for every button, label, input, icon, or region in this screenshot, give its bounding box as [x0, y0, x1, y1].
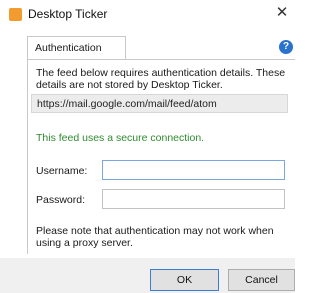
close-button[interactable]: ✕ [273, 3, 291, 23]
rss-feed-icon [9, 8, 22, 21]
authentication-dialog: Desktop Ticker ✕ Authentication ? The fe… [0, 0, 295, 293]
ok-button[interactable]: OK [150, 269, 219, 291]
cancel-button[interactable]: Cancel [228, 269, 295, 291]
window-title: Desktop Ticker [28, 7, 108, 21]
password-label: Password: [36, 194, 86, 206]
tab-strip: Authentication ? [20, 36, 295, 60]
feed-url-field: https://mail.google.com/mail/feed/atom [31, 94, 288, 113]
password-field[interactable] [102, 189, 285, 209]
proxy-note: Please note that authentication may not … [36, 225, 274, 249]
help-icon[interactable]: ? [279, 40, 293, 54]
tab-authentication[interactable]: Authentication [27, 36, 126, 60]
username-label: Username: [36, 165, 88, 177]
title-bar: Desktop Ticker ✕ [0, 0, 295, 28]
secure-connection-message: This feed uses a secure connection. [36, 132, 205, 144]
authentication-notice: The feed below requires authentication d… [36, 67, 286, 91]
username-field[interactable] [102, 160, 285, 180]
